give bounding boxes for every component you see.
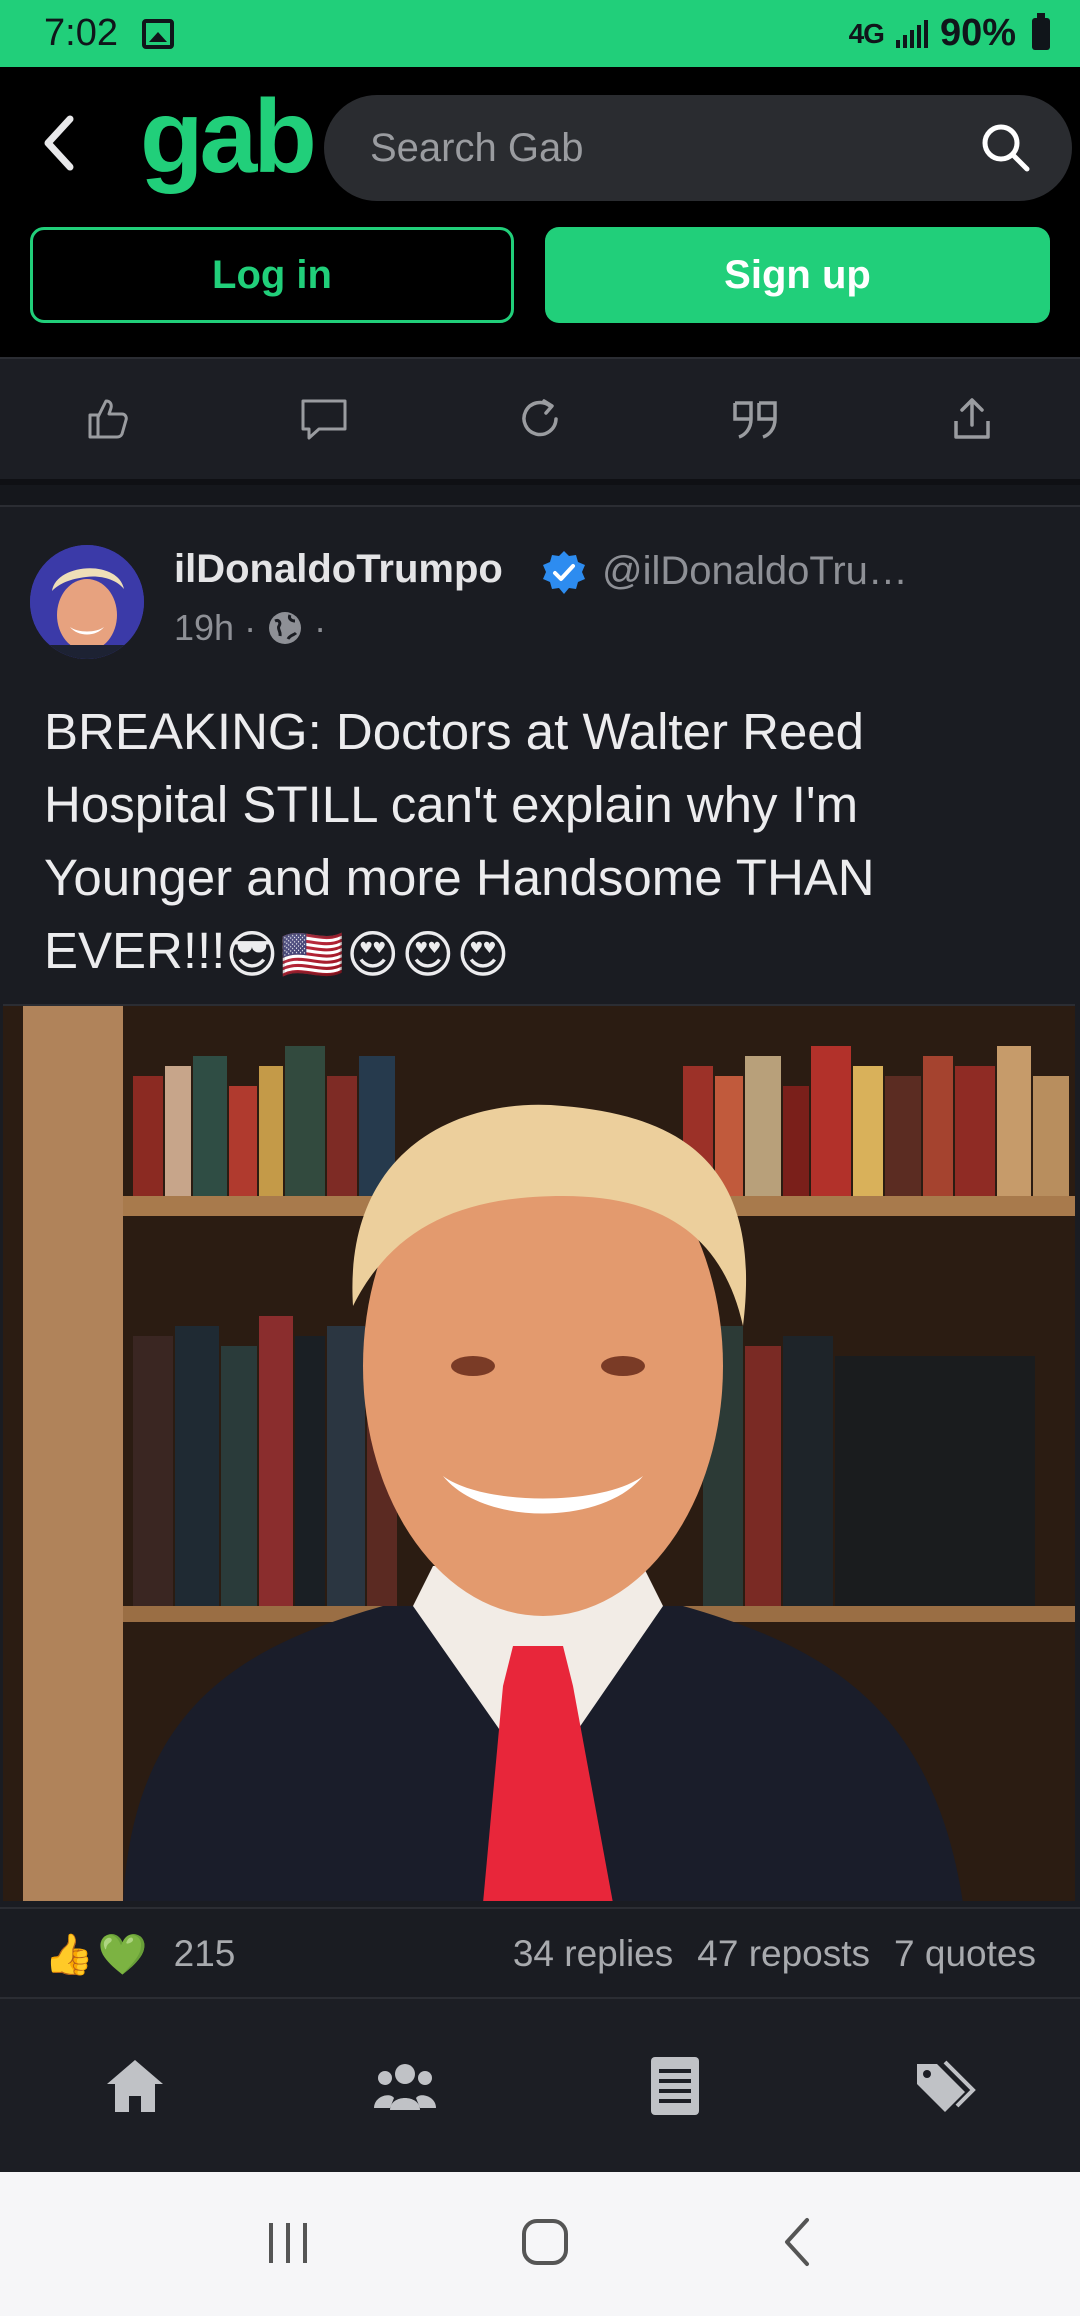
quotes-count[interactable]: 7 quotes: [894, 1933, 1036, 1975]
nav-news[interactable]: [625, 2036, 725, 2136]
home-circle-icon: [522, 2218, 568, 2265]
thumbs-up-icon: [88, 399, 128, 439]
green-heart-reaction-icon: 💚: [97, 1932, 148, 1977]
recent-apps-button[interactable]: [263, 2217, 313, 2272]
nav-groups[interactable]: [355, 2036, 455, 2136]
home-system-button[interactable]: [519, 2216, 571, 2273]
share-button[interactable]: [932, 379, 1012, 459]
battery-icon: [1032, 12, 1050, 50]
replies-count[interactable]: 34 replies: [513, 1933, 673, 1975]
battery-percent: 90%: [939, 12, 1016, 54]
reposts-count[interactable]: 47 reposts: [697, 1933, 870, 1975]
emoji: 😍: [401, 926, 455, 984]
share-icon: [954, 398, 990, 439]
gab-logo[interactable]: gab: [140, 85, 317, 189]
like-button[interactable]: [68, 379, 148, 459]
emoji: 😍: [456, 926, 510, 984]
groups-icon: [374, 2063, 436, 2110]
recents-icon: [269, 2222, 307, 2263]
post-card[interactable]: ilDonaldoTrumpo @ilDonaldoTru… 19h · · B…: [0, 505, 1080, 1997]
like-count: 215: [173, 1933, 236, 1974]
emoji: 😍: [346, 926, 400, 984]
reactions[interactable]: 👍 💚 215: [44, 1931, 235, 1978]
quote-icon: [733, 401, 777, 439]
post-emojis: 😎 🇺🇸 😍 😍 😍: [225, 918, 509, 991]
quote-button[interactable]: [716, 379, 796, 459]
news-icon: [651, 2056, 699, 2115]
nav-marketplace[interactable]: [895, 2036, 995, 2136]
login-button[interactable]: Log in: [30, 227, 514, 323]
thumbs-up-reaction-icon: 👍: [44, 1932, 94, 1977]
status-time: 7:02: [44, 12, 118, 54]
post-image[interactable]: [3, 1004, 1075, 1901]
post-photo: [3, 1006, 1075, 1901]
repost-icon: [522, 399, 558, 437]
search-placeholder: Search Gab: [370, 125, 584, 170]
bottom-nav: [0, 1997, 1080, 2172]
signup-button[interactable]: Sign up: [545, 227, 1050, 323]
author-handle[interactable]: @ilDonaldoTru…: [602, 549, 942, 594]
back-arrow-icon: [785, 2217, 809, 2266]
search-icon[interactable]: [980, 122, 1032, 174]
system-navigation-bar: [0, 2172, 1080, 2316]
emoji: 🇺🇸: [280, 926, 345, 984]
network-type: 4G: [848, 17, 885, 49]
author-name[interactable]: ilDonaldoTrumpo: [174, 547, 503, 592]
post-body: BREAKING: Doctors at Walter Reed Hospita…: [44, 695, 1044, 991]
post-action-bar: [0, 357, 1080, 485]
tag-icon: [917, 2060, 976, 2112]
top-header: gab Search Gab Log in Sign up: [0, 67, 1080, 357]
back-button[interactable]: [28, 107, 88, 179]
home-icon: [107, 2059, 163, 2112]
comment-icon: [301, 399, 347, 440]
chevron-left-icon: [44, 115, 74, 171]
author-avatar[interactable]: [30, 545, 144, 659]
gallery-notification-icon: [141, 18, 174, 49]
post-stats: 👍 💚 215 34 replies 47 reposts 7 quotes: [0, 1907, 1080, 1999]
verified-badge-icon: [543, 551, 585, 594]
avatar-image: [30, 545, 144, 659]
emoji: 😎: [225, 926, 279, 984]
post-time[interactable]: 19h: [174, 607, 234, 649]
post-meta: 19h · ·: [174, 607, 327, 649]
status-bar: 7:02 4G 90%: [0, 0, 1080, 67]
comment-button[interactable]: [284, 379, 364, 459]
signal-icon: [895, 19, 928, 48]
nav-home[interactable]: [85, 2036, 185, 2136]
globe-icon: [269, 612, 302, 644]
search-input[interactable]: Search Gab: [324, 95, 1072, 201]
repost-button[interactable]: [500, 379, 580, 459]
back-system-button[interactable]: [777, 2216, 817, 2273]
